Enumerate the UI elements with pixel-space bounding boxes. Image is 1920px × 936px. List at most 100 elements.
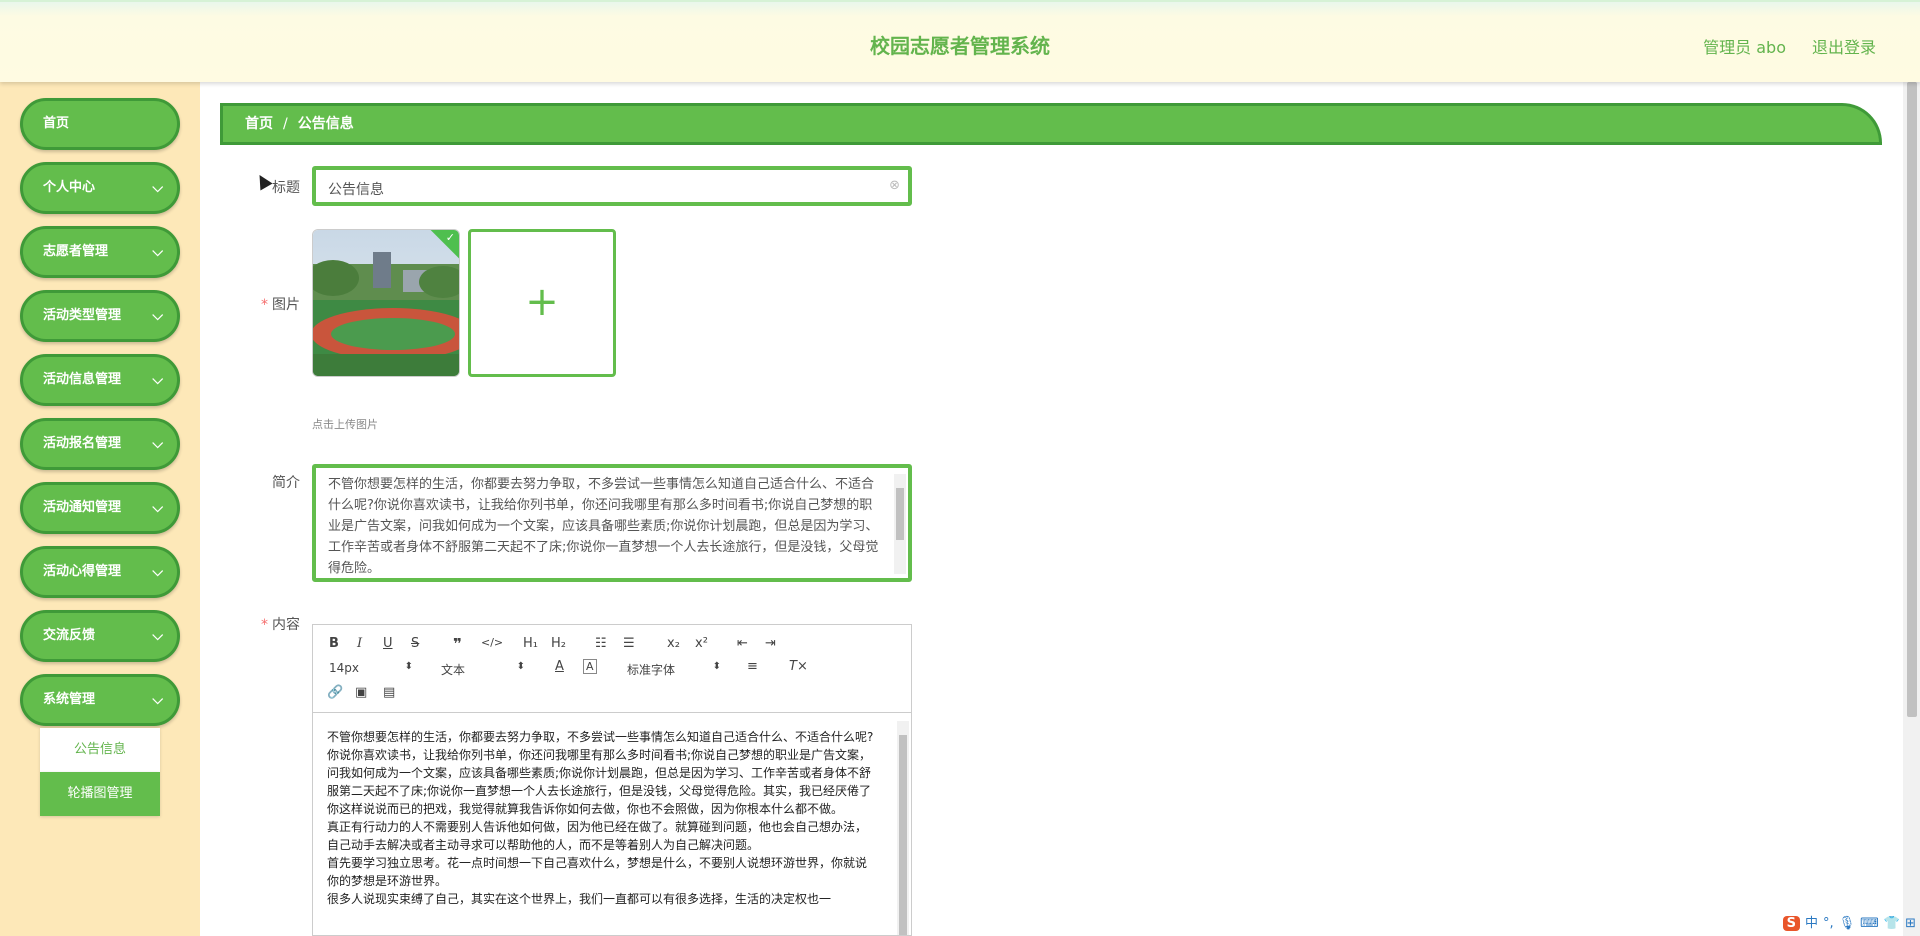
font-color-icon[interactable]: A [555, 659, 564, 674]
strike-button[interactable]: S [411, 636, 419, 651]
blockquote-icon[interactable]: ❞ [453, 635, 462, 653]
breadcrumb-home[interactable]: 首页 [245, 116, 273, 132]
sidebar-item-label: 活动报名管理 [43, 436, 122, 451]
font-family-value: 标准字体 [627, 663, 676, 677]
sidebar-item-home[interactable]: 首页 [20, 98, 180, 150]
logout-link[interactable]: 退出登录 [1812, 34, 1876, 58]
heading2-button[interactable]: H₂ [551, 636, 566, 651]
breadcrumb-current: 公告信息 [297, 116, 354, 132]
clear-icon[interactable]: ⊗ [889, 178, 900, 193]
editor-paragraph: 不管你想要怎样的生活，你都要去努力争取，不多尝试一些事情怎么知道自己适合什么、不… [327, 730, 874, 744]
sidebar-item-label: 首页 [43, 116, 70, 131]
keyboard-icon[interactable]: ⌨ [1860, 916, 1879, 931]
italic-button[interactable]: I [357, 636, 362, 651]
sidebar-item-label: 活动通知管理 [43, 500, 122, 515]
underline-button[interactable]: U [383, 636, 393, 651]
ime-language[interactable]: 中 [1805, 916, 1818, 931]
align-icon[interactable]: ≡ [747, 659, 758, 674]
sidebar-item-personal-center[interactable]: 个人中心 ⌵ [20, 162, 180, 214]
sidebar-item-activity-reflection[interactable]: 活动心得管理 ⌵ [20, 546, 180, 598]
page-scrollbar[interactable] [1903, 82, 1920, 936]
editor-paragraph: 你说你喜欢读书，让我给你列书单，你还问我哪里有那么多时间看书;你说自己梦想的职业… [327, 748, 872, 816]
intro-textarea[interactable]: 不管你想要怎样的生活，你都要去努力争取，不多尝试一些事情怎么知道自己适合什么、不… [312, 464, 912, 582]
sidebar-item-activity-signup[interactable]: 活动报名管理 ⌵ [20, 418, 180, 470]
chevron-down-icon: ⌵ [152, 308, 163, 324]
uploaded-image[interactable]: ✓ [312, 229, 460, 377]
image-label: * 图片 [220, 294, 300, 314]
required-mark: * [261, 297, 268, 313]
sidebar-item-label: 活动类型管理 [43, 308, 122, 323]
subscript-button[interactable]: x₂ [667, 636, 680, 651]
sidebar-item-volunteer-management[interactable]: 志愿者管理 ⌵ [20, 226, 180, 278]
system-title: 校园志愿者管理系统 [870, 34, 1050, 58]
video-icon[interactable]: ▤ [383, 685, 395, 700]
page-scroll-thumb[interactable] [1907, 82, 1917, 717]
sidebar-item-system-management[interactable]: 系统管理 ⌵ [20, 674, 180, 726]
block-type-select[interactable]: 文本 ⬍ [441, 661, 525, 678]
editor-scroll-thumb[interactable] [899, 735, 907, 935]
indent-icon[interactable]: ⇥ [765, 636, 776, 651]
font-family-select[interactable]: 标准字体 ⬍ [627, 661, 721, 678]
title-input-value: 公告信息 [328, 182, 384, 198]
title-input[interactable]: 公告信息 ⊗ [312, 166, 912, 206]
ordered-list-icon[interactable]: ☷ [595, 636, 607, 651]
outdent-icon[interactable]: ⇤ [737, 636, 748, 651]
sidebar-item-label: 志愿者管理 [43, 244, 109, 259]
image-label-text: 图片 [272, 297, 300, 313]
font-size-value: 14px [329, 661, 359, 675]
sidebar-item-label: 活动信息管理 [43, 372, 122, 387]
plus-icon: + [525, 279, 559, 325]
font-size-select[interactable]: 14px ⬍ [329, 661, 413, 675]
check-icon: ✓ [445, 231, 455, 244]
superscript-button[interactable]: x² [695, 636, 708, 651]
bold-button[interactable]: B [329, 636, 339, 651]
rich-text-editor: B I U S ❞ </> H₁ H₂ ☷ ☰ x₂ x² ⇤ ⇥ 14px ⬍ … [312, 624, 912, 936]
editor-scrollbar[interactable] [897, 721, 909, 935]
intro-label: 简介 [220, 472, 300, 492]
sidebar-item-label: 交流反馈 [43, 628, 96, 643]
link-icon[interactable]: 🔗 [327, 685, 343, 700]
sidebar-item-feedback[interactable]: 交流反馈 ⌵ [20, 610, 180, 662]
intro-scrollbar[interactable] [894, 474, 906, 574]
sidebar-item-activity-type[interactable]: 活动类型管理 ⌵ [20, 290, 180, 342]
editor-paragraph: 很多人说现实束缚了自己，其实在这个世界上，我们一直都可以有很多选择，生活的决定权… [327, 892, 832, 906]
intro-text: 不管你想要怎样的生活，你都要去努力争取，不多尝试一些事情怎么知道自己适合什么、不… [328, 477, 879, 576]
select-arrows-icon: ⬍ [712, 661, 721, 672]
breadcrumb-separator: / [283, 116, 288, 132]
chevron-down-icon: ⌵ [152, 436, 163, 452]
bullet-list-icon[interactable]: ☰ [623, 636, 635, 651]
apps-grid-icon[interactable]: ⊞ [1905, 916, 1916, 931]
submenu-item-announcement[interactable]: 公告信息 [40, 728, 160, 772]
admin-username: 管理员 abo [1703, 38, 1786, 57]
submenu-item-carousel[interactable]: 轮播图管理 [40, 772, 160, 816]
background-color-icon[interactable]: A [583, 659, 597, 674]
code-icon[interactable]: </> [481, 636, 503, 649]
required-mark: * [261, 617, 268, 633]
image-icon[interactable]: ▣ [355, 685, 367, 700]
campus-photo [313, 230, 459, 376]
sogou-logo-icon[interactable]: S [1782, 916, 1800, 931]
title-label-text: 标题 [272, 180, 300, 196]
clear-format-icon[interactable]: T× [789, 659, 808, 674]
skin-icon[interactable]: 👕 [1884, 916, 1900, 931]
ime-punctuation[interactable]: °, [1823, 916, 1834, 931]
sidebar-item-activity-notice[interactable]: 活动通知管理 ⌵ [20, 482, 180, 534]
chevron-down-icon: ⌵ [152, 500, 163, 516]
chevron-down-icon: ⌵ [152, 692, 163, 708]
microphone-icon[interactable]: 🎙 [1839, 916, 1856, 931]
select-arrows-icon: ⬍ [516, 661, 525, 672]
top-header: 校园志愿者管理系统 管理员 abo 退出登录 [0, 0, 1920, 82]
content-label: * 内容 [220, 614, 300, 634]
select-arrows-icon: ⬍ [404, 661, 413, 672]
upload-button[interactable]: + [468, 229, 616, 377]
intro-label-text: 简介 [272, 475, 300, 491]
sidebar-item-activity-info[interactable]: 活动信息管理 ⌵ [20, 354, 180, 406]
chevron-down-icon: ⌵ [152, 180, 163, 196]
intro-scroll-thumb[interactable] [896, 488, 904, 540]
editor-paragraph: 首先要学习独立思考。花一点时间想一下自己喜欢什么，梦想是什么，不要别人说想环游世… [327, 856, 868, 888]
ime-toolbar[interactable]: S 中 °, 🎙 ⌨ 👕 ⊞ [1778, 912, 1916, 934]
chevron-down-icon: ⌵ [152, 372, 163, 388]
editor-content[interactable]: 不管你想要怎样的生活，你都要去努力争取，不多尝试一些事情怎么知道自己适合什么、不… [313, 714, 911, 936]
editor-paragraph: 真正有行动力的人不需要别人告诉他如何做，因为他已经在做了。就算碰到问题，他也会自… [327, 820, 868, 852]
heading1-button[interactable]: H₁ [523, 636, 538, 651]
